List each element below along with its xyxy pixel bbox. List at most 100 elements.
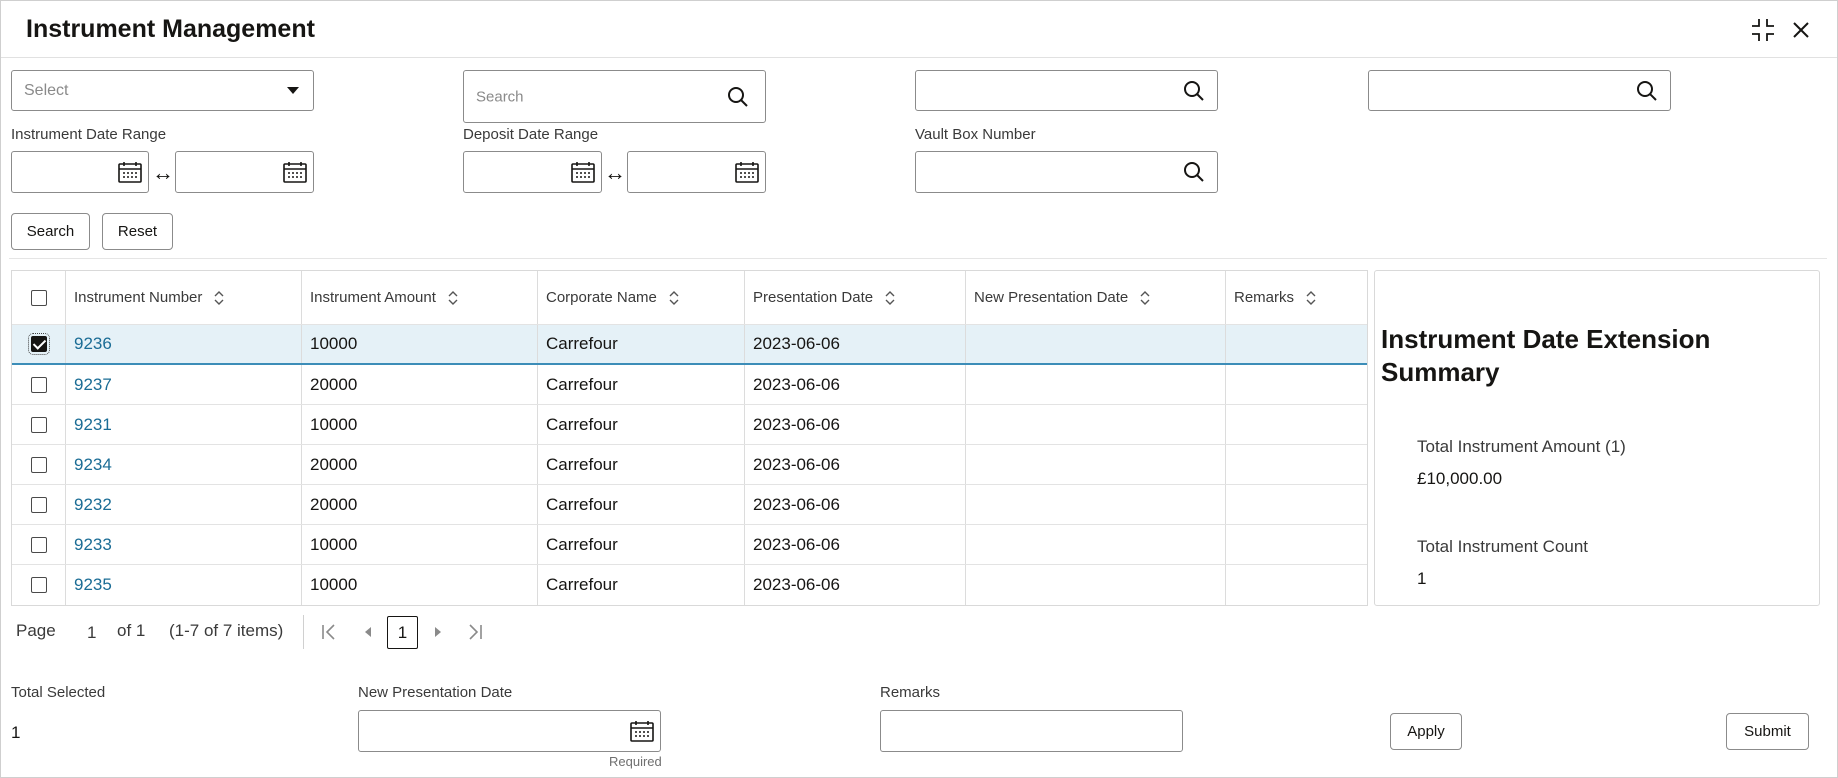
divider bbox=[9, 258, 1827, 259]
row-checkbox[interactable] bbox=[30, 496, 47, 513]
remarks-cell bbox=[1225, 365, 1367, 404]
instrument-number-link[interactable]: 9233 bbox=[65, 525, 301, 564]
remarks-label: Remarks bbox=[880, 684, 941, 701]
column-header-instrument-amount[interactable]: Instrument Amount bbox=[301, 271, 537, 324]
column-header-instrument-number[interactable]: Instrument Number bbox=[65, 271, 301, 324]
deposit-date-to-field[interactable] bbox=[627, 151, 766, 193]
search-field-3[interactable] bbox=[915, 70, 1218, 111]
sort-icon[interactable] bbox=[669, 290, 679, 305]
calendar-icon[interactable] bbox=[630, 720, 654, 742]
total-instrument-count-label: Total Instrument Count bbox=[1417, 537, 1589, 556]
table-row[interactable]: 9234 20000 Carrefour 2023-06-06 bbox=[12, 445, 1367, 485]
new-presentation-date-cell bbox=[965, 485, 1225, 524]
new-presentation-date-cell bbox=[965, 525, 1225, 564]
next-page-icon[interactable] bbox=[433, 623, 443, 641]
instrument-amount-cell: 10000 bbox=[301, 405, 537, 444]
calendar-icon[interactable] bbox=[735, 161, 759, 183]
pager-divider bbox=[303, 615, 304, 649]
calendar-icon[interactable] bbox=[283, 161, 307, 183]
new-presentation-date-cell bbox=[965, 565, 1225, 605]
minimize-icon[interactable] bbox=[1748, 15, 1778, 45]
table-row[interactable]: 9235 10000 Carrefour 2023-06-06 bbox=[12, 565, 1367, 605]
search-field-4[interactable] bbox=[1368, 70, 1671, 111]
table-row[interactable]: 9231 10000 Carrefour 2023-06-06 bbox=[12, 405, 1367, 445]
search-button[interactable]: Search bbox=[11, 213, 90, 250]
row-checkbox[interactable] bbox=[27, 333, 50, 355]
vault-box-number-input[interactable] bbox=[915, 151, 1218, 193]
last-page-icon[interactable] bbox=[467, 623, 483, 641]
summary-title: Instrument Date Extension Summary bbox=[1381, 324, 1711, 387]
new-presentation-date-field[interactable] bbox=[358, 710, 661, 752]
instrument-number-link[interactable]: 9236 bbox=[65, 325, 301, 363]
sort-icon[interactable] bbox=[448, 290, 458, 305]
deposit-date-from-field[interactable] bbox=[463, 151, 602, 193]
reset-button[interactable]: Reset bbox=[102, 213, 173, 250]
instrument-amount-cell: 10000 bbox=[301, 525, 537, 564]
calendar-icon[interactable] bbox=[571, 161, 595, 183]
table-row[interactable]: 9232 20000 Carrefour 2023-06-06 bbox=[12, 485, 1367, 525]
items-range-label: (1-7 of 7 items) bbox=[169, 621, 284, 640]
row-checkbox[interactable] bbox=[30, 536, 47, 553]
total-instrument-count-value: 1 bbox=[1417, 569, 1427, 588]
table-row[interactable]: 9237 20000 Carrefour 2023-06-06 bbox=[12, 365, 1367, 405]
remarks-cell bbox=[1225, 565, 1367, 605]
search-icon[interactable] bbox=[727, 86, 749, 108]
instrument-number-link[interactable]: 9235 bbox=[65, 565, 301, 605]
presentation-date-cell: 2023-06-06 bbox=[744, 405, 965, 444]
apply-button[interactable]: Apply bbox=[1390, 713, 1462, 750]
corporate-name-cell: Carrefour bbox=[537, 445, 744, 484]
search-icon[interactable] bbox=[1183, 80, 1205, 102]
instrument-amount-cell: 10000 bbox=[301, 565, 537, 605]
table-row[interactable]: 9236 10000 Carrefour 2023-06-06 bbox=[12, 325, 1367, 365]
new-presentation-date-cell bbox=[965, 365, 1225, 404]
submit-button[interactable]: Submit bbox=[1726, 713, 1809, 750]
remarks-cell bbox=[1225, 405, 1367, 444]
presentation-date-cell: 2023-06-06 bbox=[744, 525, 965, 564]
instrument-date-from-field[interactable] bbox=[11, 151, 149, 193]
select-placeholder: Select bbox=[24, 81, 69, 99]
calendar-icon[interactable] bbox=[118, 161, 142, 183]
required-hint: Required bbox=[609, 754, 662, 769]
range-arrow-icon: ↔ bbox=[152, 160, 174, 185]
sort-icon[interactable] bbox=[1140, 290, 1150, 305]
instrument-date-to-field[interactable] bbox=[175, 151, 314, 193]
first-page-icon[interactable] bbox=[321, 623, 337, 641]
row-checkbox[interactable] bbox=[30, 416, 47, 433]
page-number-input[interactable]: 1 bbox=[87, 623, 96, 643]
remarks-cell bbox=[1225, 325, 1367, 363]
corporate-name-cell: Carrefour bbox=[537, 325, 744, 363]
search-icon[interactable] bbox=[1636, 80, 1658, 102]
page-label: Page bbox=[16, 621, 56, 640]
search-icon[interactable] bbox=[1183, 161, 1205, 183]
instrument-management-window: Instrument Management Select Search Inst… bbox=[0, 0, 1838, 778]
column-header-corporate-name[interactable]: Corporate Name bbox=[537, 271, 744, 324]
window-title: Instrument Management bbox=[26, 15, 315, 43]
row-checkbox[interactable] bbox=[30, 376, 47, 393]
previous-page-icon[interactable] bbox=[363, 623, 373, 641]
presentation-date-cell: 2023-06-06 bbox=[744, 365, 965, 404]
remarks-cell bbox=[1225, 485, 1367, 524]
presentation-date-cell: 2023-06-06 bbox=[744, 565, 965, 605]
column-header-presentation-date[interactable]: Presentation Date bbox=[744, 271, 965, 324]
remarks-input[interactable] bbox=[880, 710, 1183, 752]
instrument-number-link[interactable]: 9231 bbox=[65, 405, 301, 444]
column-header-new-presentation-date[interactable]: New Presentation Date bbox=[965, 271, 1225, 324]
instrument-number-link[interactable]: 9234 bbox=[65, 445, 301, 484]
instrument-amount-cell: 20000 bbox=[301, 365, 537, 404]
current-page-button[interactable]: 1 bbox=[387, 616, 418, 649]
sort-icon[interactable] bbox=[1306, 290, 1316, 305]
chevron-down-icon bbox=[287, 86, 299, 94]
select-all-checkbox[interactable] bbox=[30, 289, 47, 306]
table-row[interactable]: 9233 10000 Carrefour 2023-06-06 bbox=[12, 525, 1367, 565]
instrument-number-link[interactable]: 9237 bbox=[65, 365, 301, 404]
close-icon[interactable] bbox=[1786, 15, 1816, 45]
column-header-remarks[interactable]: Remarks bbox=[1225, 271, 1367, 324]
select-dropdown[interactable]: Select bbox=[11, 70, 314, 111]
sort-icon[interactable] bbox=[885, 290, 895, 305]
row-checkbox[interactable] bbox=[30, 456, 47, 473]
instrument-number-link[interactable]: 9232 bbox=[65, 485, 301, 524]
sort-icon[interactable] bbox=[214, 290, 224, 305]
row-checkbox[interactable] bbox=[30, 577, 47, 593]
search-input[interactable]: Search bbox=[463, 70, 766, 123]
vault-box-number-label: Vault Box Number bbox=[915, 126, 1036, 143]
